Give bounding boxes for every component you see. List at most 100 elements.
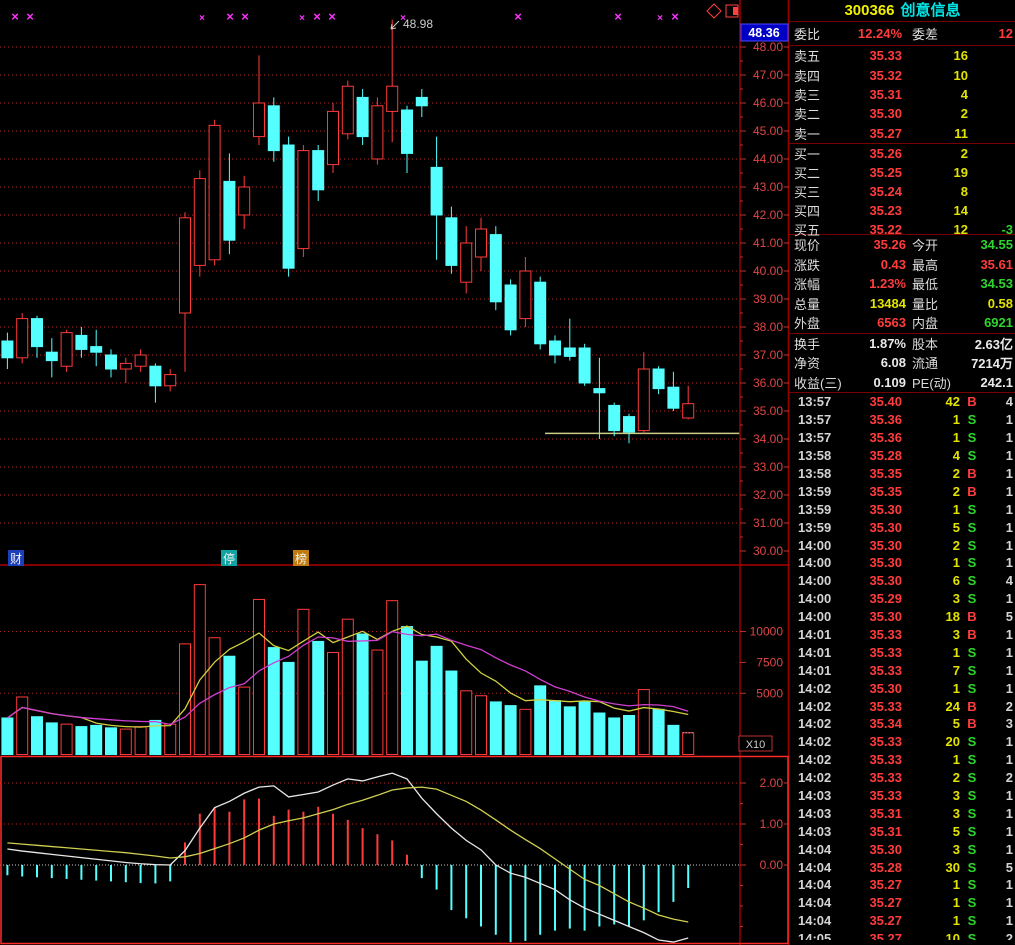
tick-volume: 30 xyxy=(902,860,960,875)
tick-time: 13:57 xyxy=(790,430,850,445)
tick-row[interactable]: 14:0135.331S1 xyxy=(790,643,1015,661)
stat-value: 34.55 xyxy=(956,237,1015,252)
kline-volume-macd-chart[interactable]: 48.0047.0046.0045.0044.0043.0042.0041.00… xyxy=(0,0,790,945)
tick-row[interactable]: 14:0235.332S2 xyxy=(790,769,1015,787)
volume-scale-label[interactable]: X10 xyxy=(739,736,772,751)
ask-row[interactable]: 卖一35.2711 xyxy=(790,124,1015,143)
tick-count: 3 xyxy=(984,716,1015,731)
svg-text:×: × xyxy=(328,9,336,24)
tick-price: 35.31 xyxy=(850,806,902,821)
tick-row[interactable]: 14:0135.337S1 xyxy=(790,661,1015,679)
tick-row[interactable]: 14:0235.345B3 xyxy=(790,715,1015,733)
stock-name: 创意信息 xyxy=(901,2,961,19)
tick-time: 14:04 xyxy=(790,913,850,928)
ask-row[interactable]: 卖二35.302 xyxy=(790,104,1015,123)
event-badge[interactable]: 财 xyxy=(8,550,24,566)
ask-row[interactable]: 卖四35.3210 xyxy=(790,66,1015,85)
tick-volume: 2 xyxy=(902,538,960,553)
svg-text:45.00: 45.00 xyxy=(753,124,783,138)
tick-row[interactable]: 14:0335.313S1 xyxy=(790,804,1015,822)
weibi-label: 委比 xyxy=(790,24,850,43)
restore-window-icon[interactable] xyxy=(726,5,738,17)
tick-list[interactable]: 13:5735.4042B413:5735.361S113:5735.361S1… xyxy=(790,393,1015,940)
tick-volume: 1 xyxy=(902,752,960,767)
tick-row[interactable]: 14:0335.315S1 xyxy=(790,822,1015,840)
tick-row[interactable]: 14:0135.333B1 xyxy=(790,626,1015,644)
ask-row[interactable]: 卖三35.314 xyxy=(790,85,1015,104)
tick-time: 14:04 xyxy=(790,877,850,892)
tick-volume: 1 xyxy=(902,681,960,696)
bid-row[interactable]: 买三35.248 xyxy=(790,182,1015,201)
tick-time: 13:59 xyxy=(790,484,850,499)
tick-time: 13:57 xyxy=(790,412,850,427)
tick-count: 1 xyxy=(984,466,1015,481)
bid-row[interactable]: 买一35.262 xyxy=(790,144,1015,163)
tick-row[interactable]: 14:0235.3320S1 xyxy=(790,733,1015,751)
tick-row[interactable]: 13:5935.305S1 xyxy=(790,518,1015,536)
tick-row[interactable]: 13:5935.301S1 xyxy=(790,500,1015,518)
tick-row[interactable]: 13:5735.361S1 xyxy=(790,411,1015,429)
tick-side: S xyxy=(960,448,984,463)
tick-row[interactable]: 13:5835.352B1 xyxy=(790,465,1015,483)
tick-row[interactable]: 14:0435.2830S5 xyxy=(790,858,1015,876)
tick-side: S xyxy=(960,806,984,821)
tick-side: S xyxy=(960,931,984,940)
ask-row[interactable]: 卖五35.3316 xyxy=(790,46,1015,65)
tick-row[interactable]: 14:0335.333S1 xyxy=(790,787,1015,805)
svg-text:×: × xyxy=(614,9,622,24)
tick-volume: 2 xyxy=(902,466,960,481)
tick-count: 1 xyxy=(984,752,1015,767)
bid-row[interactable]: 买二35.2519 xyxy=(790,163,1015,182)
quote-row: 现价35.26今开34.55 xyxy=(790,235,1015,255)
tick-row[interactable]: 14:0235.3324B2 xyxy=(790,697,1015,715)
tick-volume: 1 xyxy=(902,877,960,892)
stat-value: 35.26 xyxy=(858,237,906,252)
svg-text:30.00: 30.00 xyxy=(753,544,783,558)
level-label: 卖一 xyxy=(790,124,850,143)
tick-time: 13:59 xyxy=(790,520,850,535)
tick-side: B xyxy=(960,484,984,499)
svg-text:X10: X10 xyxy=(746,739,766,751)
tick-time: 14:03 xyxy=(790,806,850,821)
tick-count: 1 xyxy=(984,484,1015,499)
tick-count: 2 xyxy=(984,770,1015,785)
stat-value: 1.87% xyxy=(858,336,906,351)
stock-title[interactable]: 300366 创意信息 xyxy=(790,0,1015,22)
tick-row[interactable]: 14:0035.306S4 xyxy=(790,572,1015,590)
stat-value: 2.63亿 xyxy=(956,334,1015,353)
level-volume: 10 xyxy=(902,68,968,83)
tick-row[interactable]: 14:0035.301S1 xyxy=(790,554,1015,572)
tick-row[interactable]: 14:0435.303S1 xyxy=(790,840,1015,858)
tick-row[interactable]: 13:5835.284S1 xyxy=(790,447,1015,465)
stat-label: 涨跌 xyxy=(790,255,858,274)
event-badge[interactable]: 停 xyxy=(221,550,237,566)
tick-row[interactable]: 14:0035.302S1 xyxy=(790,536,1015,554)
level-label: 买四 xyxy=(790,201,850,220)
tick-time: 14:02 xyxy=(790,699,850,714)
stock-code: 300366 xyxy=(844,2,894,19)
tick-row[interactable]: 14:0235.301S1 xyxy=(790,679,1015,697)
diamond-icon[interactable] xyxy=(707,4,721,18)
tick-row[interactable]: 14:0435.271S1 xyxy=(790,912,1015,930)
tick-row[interactable]: 14:0435.271S1 xyxy=(790,894,1015,912)
tick-row[interactable]: 14:0435.271S1 xyxy=(790,876,1015,894)
stat-label: 收益(三) xyxy=(790,373,858,392)
tick-time: 14:00 xyxy=(790,573,850,588)
tick-row[interactable]: 14:0035.3018B5 xyxy=(790,608,1015,626)
svg-text:×: × xyxy=(241,9,249,24)
bid-row[interactable]: 买四35.2314 xyxy=(790,201,1015,220)
tick-row[interactable]: 13:5735.4042B4 xyxy=(790,393,1015,411)
stat-label: 流通 xyxy=(906,353,956,372)
event-badge[interactable]: 榜 xyxy=(293,550,309,566)
tick-row[interactable]: 14:0535.2710S2 xyxy=(790,930,1015,940)
candlestick-series xyxy=(2,20,694,444)
tick-volume: 42 xyxy=(902,394,960,409)
level-label: 卖四 xyxy=(790,66,850,85)
tick-time: 14:05 xyxy=(790,931,850,940)
tick-row[interactable]: 13:5935.352B1 xyxy=(790,482,1015,500)
tick-row[interactable]: 14:0035.293S1 xyxy=(790,590,1015,608)
stat-value: 6563 xyxy=(858,315,906,330)
tick-row[interactable]: 13:5735.361S1 xyxy=(790,429,1015,447)
macd-pane-selection-border[interactable] xyxy=(1,757,788,944)
tick-row[interactable]: 14:0235.331S1 xyxy=(790,751,1015,769)
